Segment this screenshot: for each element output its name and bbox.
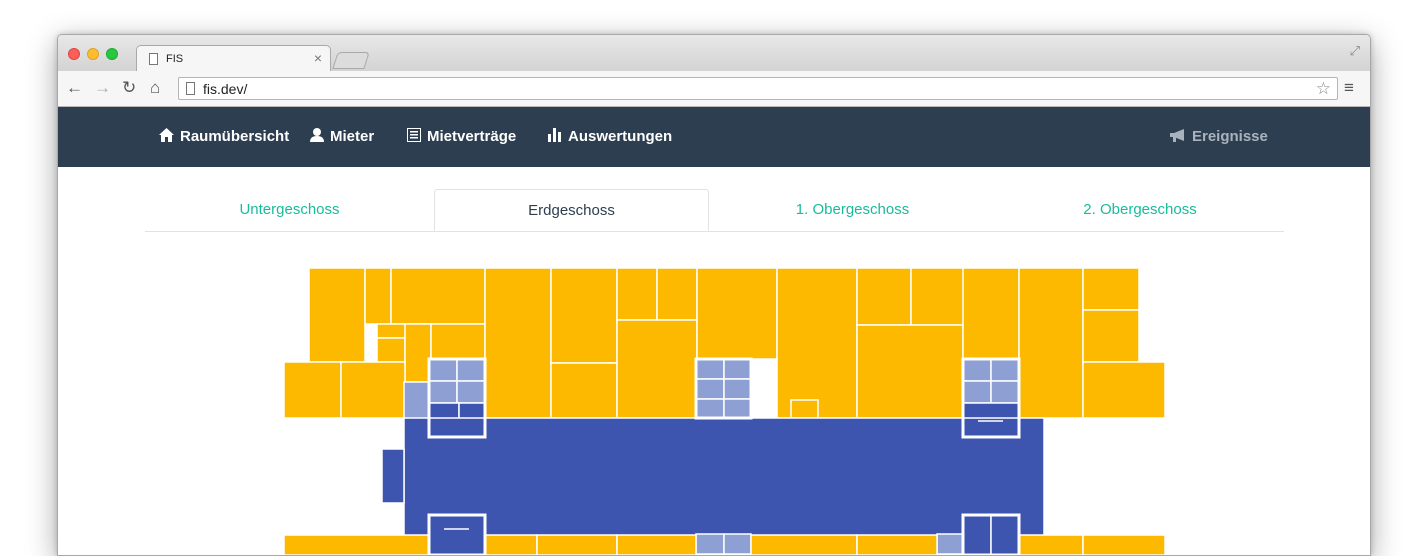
page-icon	[149, 53, 158, 65]
service-room[interactable]	[990, 358, 1020, 382]
address-bar[interactable]: fis.dev/ ☆	[178, 77, 1338, 100]
room[interactable]	[656, 267, 698, 321]
user-icon	[310, 128, 324, 145]
room[interactable]	[536, 534, 618, 555]
nav-item-mieter[interactable]: Mieter	[310, 128, 374, 145]
room[interactable]	[616, 267, 658, 321]
room[interactable]	[776, 267, 858, 419]
room[interactable]	[856, 324, 964, 419]
new-tab-button[interactable]	[332, 52, 370, 69]
service-room[interactable]	[428, 358, 458, 382]
tab-title: FIS	[166, 53, 184, 65]
menu-icon[interactable]: ≡	[1344, 78, 1354, 98]
room[interactable]	[696, 267, 778, 360]
room[interactable]	[430, 323, 486, 361]
url-text[interactable]: fis.dev/	[203, 81, 247, 97]
nav-label: Mietverträge	[427, 128, 517, 145]
core-room[interactable]	[428, 514, 486, 555]
tab-close-icon[interactable]: ×	[314, 50, 322, 66]
room[interactable]	[376, 337, 406, 363]
room[interactable]	[550, 267, 618, 364]
title-bar: FIS × ⤢	[58, 35, 1370, 72]
app-navbar: Raumübersicht Mieter Mietverträge Auswer…	[58, 107, 1370, 167]
home-icon	[159, 128, 174, 145]
room[interactable]	[283, 361, 342, 419]
service-room[interactable]	[990, 380, 1020, 404]
nav-item-raumuebersicht[interactable]: Raumübersicht	[159, 128, 289, 145]
nav-label: Ereignisse	[1192, 128, 1268, 145]
reload-icon[interactable]: ↻	[122, 78, 136, 98]
browser-window: FIS × ⤢ ← → ↻ ⌂ fis.dev/ ☆ ≡ Raumübersic…	[57, 34, 1371, 556]
service-room[interactable]	[723, 398, 752, 419]
room[interactable]	[283, 534, 430, 555]
service-room[interactable]	[428, 380, 458, 404]
room[interactable]	[856, 534, 938, 555]
service-room[interactable]	[723, 378, 752, 400]
service-room[interactable]	[456, 380, 486, 404]
service-room[interactable]	[962, 380, 992, 404]
room[interactable]	[856, 267, 912, 326]
page-icon	[186, 82, 195, 95]
nav-item-ereignisse[interactable]: Ereignisse	[1170, 128, 1268, 145]
room[interactable]	[484, 534, 538, 555]
service-room[interactable]	[936, 533, 964, 555]
room[interactable]	[962, 267, 1020, 360]
room[interactable]	[1018, 534, 1084, 555]
room[interactable]	[1082, 309, 1140, 363]
room[interactable]	[364, 267, 392, 325]
service-room[interactable]	[723, 358, 752, 380]
window-controls	[68, 48, 118, 60]
bullhorn-icon	[1170, 128, 1186, 145]
core-room[interactable]	[381, 448, 405, 504]
service-room[interactable]	[695, 358, 725, 380]
service-room[interactable]	[695, 533, 725, 555]
room[interactable]	[616, 534, 697, 555]
room[interactable]	[1082, 267, 1140, 311]
service-room[interactable]	[962, 358, 992, 382]
back-arrow-icon[interactable]: ←	[66, 78, 83, 98]
main-content: Untergeschoss Erdgeschoss 1. Obergeschos…	[58, 167, 1370, 555]
close-window-button[interactable]	[68, 48, 80, 60]
nav-item-auswertungen[interactable]: Auswertungen	[548, 128, 672, 145]
minimize-window-button[interactable]	[87, 48, 99, 60]
service-room[interactable]	[695, 378, 725, 400]
nav-label: Raumübersicht	[180, 128, 290, 145]
central-corridor[interactable]	[403, 417, 1045, 537]
service-room[interactable]	[456, 358, 486, 382]
room[interactable]	[340, 361, 406, 419]
room[interactable]	[1018, 267, 1084, 419]
room[interactable]	[790, 399, 819, 419]
room[interactable]	[550, 362, 618, 419]
room[interactable]	[616, 319, 698, 419]
nav-label: Auswertungen	[568, 128, 673, 145]
zoom-window-button[interactable]	[106, 48, 118, 60]
room[interactable]	[484, 267, 552, 419]
fullscreen-icon[interactable]: ⤢	[1350, 43, 1360, 59]
room[interactable]	[1082, 534, 1166, 555]
nav-item-mietvertraege[interactable]: Mietverträge	[407, 128, 516, 145]
bar-chart-icon	[548, 128, 562, 145]
room[interactable]	[404, 323, 432, 383]
star-icon[interactable]: ☆	[1316, 79, 1331, 99]
nav-label: Mieter	[330, 128, 375, 145]
home-icon[interactable]: ⌂	[150, 78, 160, 98]
room[interactable]	[390, 267, 486, 325]
browser-toolbar: ← → ↻ ⌂ fis.dev/ ☆ ≡	[58, 71, 1370, 107]
floor-plan	[283, 267, 1166, 555]
browser-tab[interactable]: FIS ×	[136, 45, 331, 72]
forward-arrow-icon[interactable]: →	[94, 78, 111, 98]
service-room[interactable]	[723, 533, 752, 555]
room[interactable]	[308, 267, 366, 363]
room[interactable]	[750, 534, 858, 555]
room[interactable]	[1082, 361, 1166, 419]
core-room[interactable]	[962, 514, 992, 555]
list-icon	[407, 128, 421, 145]
service-room[interactable]	[695, 398, 725, 419]
core-room[interactable]	[990, 514, 1020, 555]
